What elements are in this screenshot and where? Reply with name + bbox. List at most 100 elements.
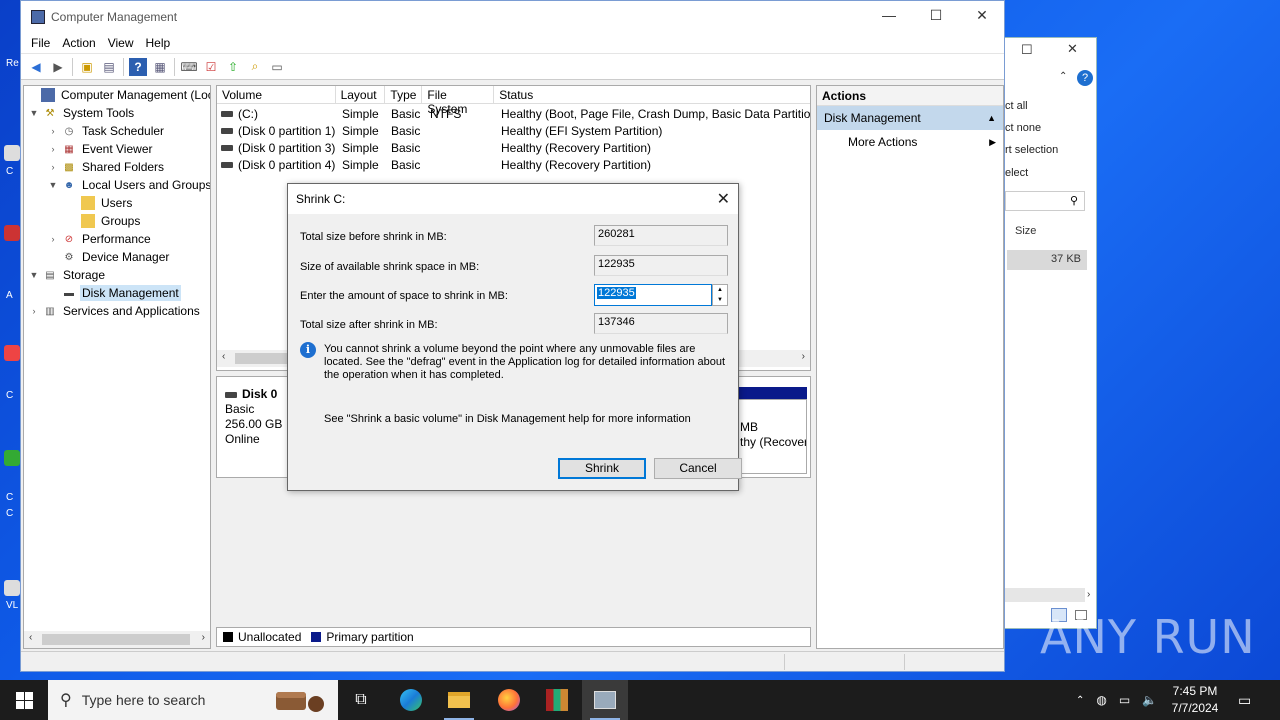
scroll-left-icon[interactable]: ‹ — [222, 351, 225, 362]
tree-item-system-tools[interactable]: ▼ ⚒ System Tools — [28, 104, 136, 122]
check-icon[interactable]: ☑ — [202, 58, 220, 76]
tree-item-device-manager[interactable]: ⚙ Device Manager — [47, 248, 171, 266]
firefox-button[interactable] — [486, 680, 532, 720]
shrink-button[interactable]: Shrink — [558, 458, 646, 479]
show-hide-tree-icon[interactable]: ▤ — [100, 58, 118, 76]
more-actions-item[interactable]: More Actions ▶ — [817, 130, 1003, 154]
menu-help[interactable]: Help — [146, 36, 171, 50]
notifications-button[interactable]: ▭ — [1238, 680, 1251, 720]
desktop-app-icon[interactable] — [4, 145, 20, 161]
layout-cell: Simple — [342, 123, 379, 138]
chevron-right-icon[interactable]: › — [47, 126, 59, 136]
chevron-up-icon[interactable]: ⌃ — [1059, 71, 1067, 82]
spin-up-icon[interactable]: ▲ — [713, 285, 727, 295]
properties-icon[interactable]: ▦ — [151, 58, 169, 76]
tree-horizontal-scrollbar[interactable]: ‹ › — [24, 631, 210, 648]
tree-item-event-viewer[interactable]: › ▦ Event Viewer — [47, 140, 154, 158]
shrink-amount-input[interactable]: 122935 — [594, 284, 712, 306]
desktop-app-icon[interactable] — [4, 225, 20, 241]
computer-management-taskbar-button[interactable] — [582, 680, 628, 720]
menu-file[interactable]: File — [31, 36, 50, 50]
disk-info[interactable]: Disk 0 Basic 256.00 GB Online — [225, 387, 282, 447]
chevron-down-icon[interactable]: ▼ — [28, 108, 40, 118]
back-icon[interactable]: ◀ — [27, 58, 45, 76]
help-icon[interactable]: ? — [1077, 70, 1093, 86]
actions-section-disk-management[interactable]: Disk Management ▲ — [817, 106, 1003, 130]
chevron-up-icon[interactable]: ⌃ — [1076, 695, 1084, 706]
unallocated-swatch — [223, 632, 233, 642]
tree-item-task-scheduler[interactable]: › ◷ Task Scheduler — [47, 122, 166, 140]
spin-down-icon[interactable]: ▼ — [713, 295, 727, 305]
connect-icon[interactable]: ⌨ — [180, 58, 198, 76]
partition-block[interactable]: MB thy (Recover — [737, 399, 807, 474]
chevron-right-icon[interactable]: › — [47, 144, 59, 154]
menu-item-select-all[interactable]: ct all — [1005, 100, 1028, 112]
export-icon[interactable]: ⇧ — [224, 58, 242, 76]
column-header-file-system[interactable]: File System — [422, 86, 495, 116]
scroll-left-icon[interactable]: ‹ — [29, 632, 32, 643]
desktop-app-icon[interactable] — [4, 345, 20, 361]
menu-item-select[interactable]: elect — [1005, 167, 1028, 179]
close-icon[interactable]: ✕ — [972, 7, 992, 24]
close-icon[interactable]: ✕ — [717, 189, 730, 209]
tree-item-label: Computer Management (Local — [61, 88, 211, 102]
column-header-type[interactable]: Type — [385, 86, 423, 103]
list-icon[interactable]: ▭ — [268, 58, 286, 76]
scroll-right-icon[interactable]: › — [802, 351, 805, 362]
winrar-button[interactable] — [534, 680, 580, 720]
scroll-thumb[interactable] — [235, 353, 295, 364]
size-column-header[interactable]: Size — [1015, 225, 1036, 237]
tree-item-storage[interactable]: ▼ ▤ Storage — [28, 266, 107, 284]
menu-action[interactable]: Action — [62, 36, 95, 50]
horizontal-scrollbar[interactable] — [1005, 588, 1085, 602]
task-view-button[interactable]: ⧉ — [338, 680, 384, 720]
desktop-app-icon[interactable] — [4, 580, 20, 596]
taskbar-search[interactable]: ⚲ Type here to search — [48, 680, 338, 720]
help-icon[interactable]: ? — [129, 57, 147, 76]
file-explorer-button[interactable] — [436, 680, 482, 720]
close-icon[interactable]: ✕ — [1067, 41, 1078, 57]
network-icon[interactable]: ▭ — [1119, 693, 1130, 707]
maximize-icon[interactable]: ☐ — [926, 7, 946, 24]
dialog-title-bar[interactable]: Shrink C: ✕ — [288, 184, 738, 214]
menu-view[interactable]: View — [108, 36, 134, 50]
shrink-amount-stepper[interactable]: ▲ ▼ — [712, 284, 728, 306]
file-size-cell[interactable]: 37 KB — [1007, 250, 1087, 270]
minimize-icon[interactable]: — — [879, 7, 899, 23]
tree-item-groups[interactable]: Groups — [66, 212, 142, 230]
edge-button[interactable] — [388, 680, 434, 720]
column-header-volume[interactable]: Volume — [217, 86, 336, 103]
tree-item-services-applications[interactable]: › ▥ Services and Applications — [28, 302, 202, 320]
tree-item-performance[interactable]: › ⊘ Performance — [47, 230, 153, 248]
cancel-button[interactable]: Cancel — [654, 458, 742, 479]
scroll-right-icon[interactable]: › — [1087, 589, 1090, 600]
up-folder-icon[interactable]: ▣ — [78, 58, 96, 76]
chevron-down-icon[interactable]: ▼ — [28, 270, 40, 280]
scroll-thumb[interactable] — [42, 634, 190, 645]
start-button[interactable] — [0, 680, 48, 720]
tree-item-local-users-groups[interactable]: ▼ ☻ Local Users and Groups — [47, 176, 210, 194]
security-icon[interactable]: ◍ — [1096, 693, 1106, 707]
maximize-icon[interactable]: ☐ — [1021, 42, 1033, 58]
column-header-status[interactable]: Status — [494, 86, 810, 103]
tree-item-users[interactable]: Users — [66, 194, 134, 212]
menu-item-invert-selection[interactable]: rt selection — [1005, 144, 1058, 156]
volume-icon[interactable]: 🔈 — [1142, 693, 1157, 707]
collapse-icon[interactable]: ▲ — [987, 113, 996, 123]
chevron-right-icon[interactable]: › — [47, 162, 59, 172]
forward-icon[interactable]: ▶ — [49, 58, 67, 76]
tree-item-disk-management[interactable]: ▬ Disk Management — [47, 284, 181, 302]
column-header-layout[interactable]: Layout — [336, 86, 386, 103]
clock[interactable]: 7:45 PM 7/7/2024 — [1160, 683, 1230, 717]
chevron-right-icon[interactable]: › — [47, 234, 59, 244]
tree-item-shared-folders[interactable]: › ▩ Shared Folders — [47, 158, 166, 176]
scroll-right-icon[interactable]: › — [202, 632, 205, 643]
tree-item-computer-management[interactable]: Computer Management (Local — [26, 86, 211, 104]
desktop-app-icon[interactable] — [4, 450, 20, 466]
chevron-down-icon[interactable]: ▼ — [47, 180, 59, 190]
chevron-right-icon[interactable]: › — [28, 306, 40, 316]
search-folder-icon[interactable]: ⌕ — [246, 58, 264, 76]
menu-item-select-none[interactable]: ct none — [1005, 122, 1041, 134]
title-bar[interactable]: Computer Management — [21, 1, 1004, 32]
search-input[interactable]: ⚲ — [1005, 191, 1085, 211]
